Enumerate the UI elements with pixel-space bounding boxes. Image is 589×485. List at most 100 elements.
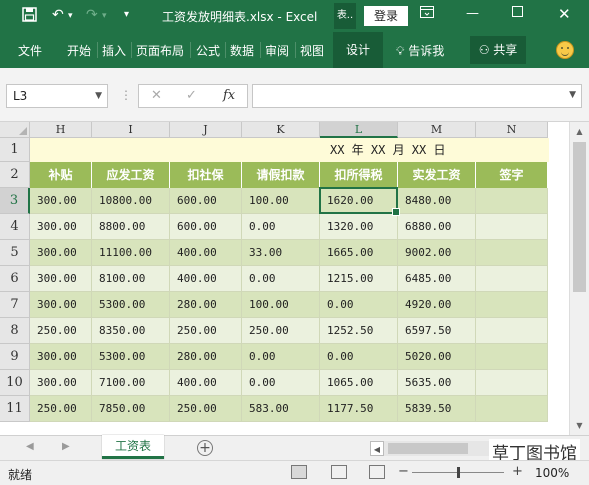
vertical-scrollbar[interactable]: ▲ ▼ bbox=[569, 122, 589, 435]
column-header-h[interactable]: H bbox=[30, 122, 92, 138]
data-cell[interactable]: 280.00 bbox=[170, 344, 242, 370]
data-cell[interactable]: 5300.00 bbox=[92, 344, 170, 370]
save-icon[interactable] bbox=[22, 7, 37, 26]
row-header-9[interactable]: 9 bbox=[0, 344, 30, 370]
data-cell[interactable]: 250.00 bbox=[242, 318, 320, 344]
data-cell[interactable] bbox=[476, 292, 548, 318]
data-cell[interactable]: 11100.00 bbox=[92, 240, 170, 266]
data-cell[interactable]: 5839.50 bbox=[398, 396, 476, 422]
data-cell[interactable] bbox=[476, 188, 548, 214]
data-cell[interactable]: 8480.00 bbox=[398, 188, 476, 214]
header-cell[interactable]: 应发工资 bbox=[92, 162, 170, 188]
cancel-icon[interactable]: ✕ bbox=[151, 88, 162, 103]
data-cell[interactable]: 100.00 bbox=[242, 188, 320, 214]
tab-data[interactable]: 数据 bbox=[230, 42, 254, 59]
data-cell[interactable]: 33.00 bbox=[242, 240, 320, 266]
column-header-i[interactable]: I bbox=[92, 122, 170, 138]
column-header-n[interactable]: N bbox=[476, 122, 548, 138]
row-header-11[interactable]: 11 bbox=[0, 396, 30, 422]
data-cell[interactable]: 8350.00 bbox=[92, 318, 170, 344]
data-cell[interactable]: 7850.00 bbox=[92, 396, 170, 422]
data-cell[interactable]: 100.00 bbox=[242, 292, 320, 318]
undo-dropdown-icon[interactable]: ▾ bbox=[68, 11, 73, 21]
next-sheet-icon[interactable]: ▶ bbox=[62, 441, 70, 452]
formula-input[interactable]: ▼ bbox=[252, 84, 582, 108]
data-cell[interactable] bbox=[476, 344, 548, 370]
scroll-left-icon[interactable]: ◀ bbox=[370, 441, 384, 456]
data-cell[interactable]: 300.00 bbox=[30, 344, 92, 370]
data-cell[interactable]: 6597.50 bbox=[398, 318, 476, 344]
tab-formulas[interactable]: 公式 bbox=[196, 42, 220, 59]
data-cell[interactable]: 1320.00 bbox=[320, 214, 398, 240]
redo-icon[interactable]: ↷ bbox=[86, 7, 98, 23]
row-header-4[interactable]: 4 bbox=[0, 214, 30, 240]
data-cell[interactable]: 0.00 bbox=[242, 214, 320, 240]
zoom-out-icon[interactable]: − bbox=[398, 464, 409, 479]
row-header-1[interactable]: 1 bbox=[0, 138, 30, 162]
customize-icon[interactable]: ▾ bbox=[124, 9, 129, 20]
data-cell[interactable]: 583.00 bbox=[242, 396, 320, 422]
tab-file[interactable]: 文件 bbox=[18, 42, 42, 59]
data-cell[interactable]: 0.00 bbox=[242, 266, 320, 292]
tab-design[interactable]: 设计 bbox=[333, 32, 383, 68]
tab-view[interactable]: 视图 bbox=[300, 42, 324, 59]
enter-check-icon[interactable]: ✓ bbox=[186, 88, 197, 103]
data-cell[interactable]: 6880.00 bbox=[398, 214, 476, 240]
data-cell[interactable]: 1620.00 bbox=[320, 188, 398, 214]
data-cell[interactable]: 1215.00 bbox=[320, 266, 398, 292]
close-icon[interactable]: ✕ bbox=[558, 5, 571, 23]
normal-view-icon[interactable] bbox=[291, 465, 307, 479]
data-cell[interactable]: 1065.00 bbox=[320, 370, 398, 396]
row-header-3[interactable]: 3 bbox=[0, 188, 30, 214]
data-cell[interactable]: 0.00 bbox=[320, 344, 398, 370]
ribbon-display-icon[interactable] bbox=[420, 6, 434, 22]
feedback-smiley-icon[interactable] bbox=[556, 41, 574, 59]
data-cell[interactable]: 300.00 bbox=[30, 240, 92, 266]
tell-me-search[interactable]: 💡︎ 告诉我 bbox=[396, 42, 444, 59]
data-cell[interactable]: 5635.00 bbox=[398, 370, 476, 396]
chevron-down-icon[interactable]: ▼ bbox=[95, 85, 102, 107]
data-cell[interactable]: 8800.00 bbox=[92, 214, 170, 240]
worksheet-grid[interactable]: H I J K L M N 1 2 3 4 5 6 7 8 9 10 11 XX 年 XX 月 XX 日补贴 应发工资… bbox=[0, 122, 569, 435]
tab-home[interactable]: 开始 bbox=[67, 42, 91, 59]
horizontal-scroll-thumb[interactable] bbox=[388, 443, 468, 454]
row-header-10[interactable]: 10 bbox=[0, 370, 30, 396]
scroll-up-icon[interactable]: ▲ bbox=[570, 124, 589, 140]
data-cell[interactable]: 7100.00 bbox=[92, 370, 170, 396]
data-cell[interactable] bbox=[476, 240, 548, 266]
zoom-in-icon[interactable]: + bbox=[512, 464, 523, 479]
maximize-icon[interactable] bbox=[512, 6, 523, 21]
expand-formula-icon[interactable]: ▼ bbox=[569, 90, 576, 100]
column-header-k[interactable]: K bbox=[242, 122, 320, 138]
redo-dropdown-icon[interactable]: ▾ bbox=[102, 11, 107, 21]
data-cell[interactable]: 250.00 bbox=[30, 318, 92, 344]
data-cell[interactable]: 280.00 bbox=[170, 292, 242, 318]
add-sheet-icon[interactable]: + bbox=[197, 440, 213, 456]
data-cell[interactable]: 300.00 bbox=[30, 188, 92, 214]
prev-sheet-icon[interactable]: ◀ bbox=[26, 441, 34, 452]
row-header-8[interactable]: 8 bbox=[0, 318, 30, 344]
data-cell[interactable]: 1177.50 bbox=[320, 396, 398, 422]
data-cell[interactable]: 0.00 bbox=[242, 344, 320, 370]
sheet-tab-gongzi[interactable]: 工资表 bbox=[102, 435, 164, 459]
data-cell[interactable]: 1252.50 bbox=[320, 318, 398, 344]
data-cell[interactable]: 300.00 bbox=[30, 214, 92, 240]
data-cell[interactable]: 8100.00 bbox=[92, 266, 170, 292]
header-cell[interactable]: 实发工资 bbox=[398, 162, 476, 188]
row-header-6[interactable]: 6 bbox=[0, 266, 30, 292]
data-cell[interactable] bbox=[476, 214, 548, 240]
data-cell[interactable]: 4920.00 bbox=[398, 292, 476, 318]
column-header-l[interactable]: L bbox=[320, 122, 398, 138]
tab-page-layout[interactable]: 页面布局 bbox=[136, 42, 184, 59]
data-cell[interactable] bbox=[476, 396, 548, 422]
data-cell[interactable]: 600.00 bbox=[170, 214, 242, 240]
insert-function-icon[interactable]: fx bbox=[223, 88, 235, 103]
page-layout-view-icon[interactable] bbox=[331, 465, 347, 479]
row-header-2[interactable]: 2 bbox=[0, 162, 30, 188]
data-cell[interactable]: 6485.00 bbox=[398, 266, 476, 292]
data-cell[interactable]: 400.00 bbox=[170, 370, 242, 396]
data-cell[interactable]: 400.00 bbox=[170, 266, 242, 292]
login-button[interactable]: 登录 bbox=[364, 6, 408, 26]
header-cell[interactable]: 扣社保 bbox=[170, 162, 242, 188]
select-all-corner[interactable] bbox=[0, 122, 30, 138]
